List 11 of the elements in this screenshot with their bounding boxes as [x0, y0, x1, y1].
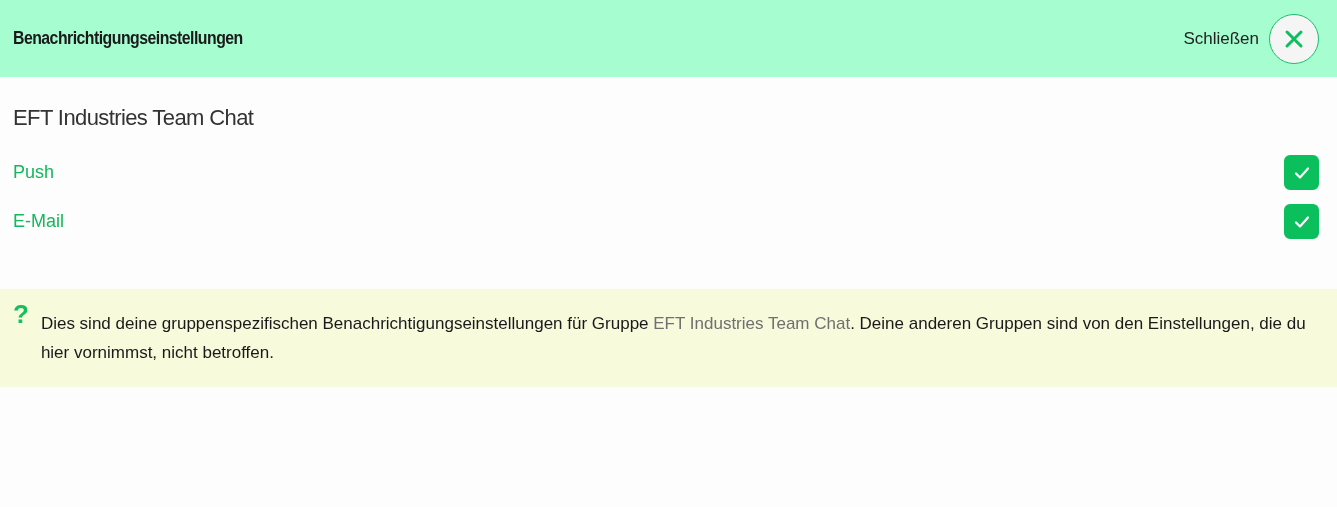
close-icon [1284, 28, 1304, 49]
dialog-title: Benachrichtigungseinstellungen [13, 28, 243, 49]
checkbox[interactable] [1284, 155, 1319, 190]
checkbox[interactable] [1284, 204, 1319, 239]
info-text: Dies sind deine gruppenspezifischen Benachrichtigungseinstellungen für Gruppe EFT Industries Team Chat. Deine anderen Gruppen sind von den Einstellungen, die du hier vornimmst, nicht betroffen. [40, 313, 1307, 364]
option-label: Push [13, 162, 55, 183]
group-title: EFT Industries Team Chat [13, 105, 255, 131]
close-button[interactable] [1269, 13, 1319, 64]
option-label: E-Mail [13, 211, 64, 232]
close-label[interactable]: Schließen [1183, 28, 1259, 49]
question-mark-icon: ? [13, 301, 29, 327]
